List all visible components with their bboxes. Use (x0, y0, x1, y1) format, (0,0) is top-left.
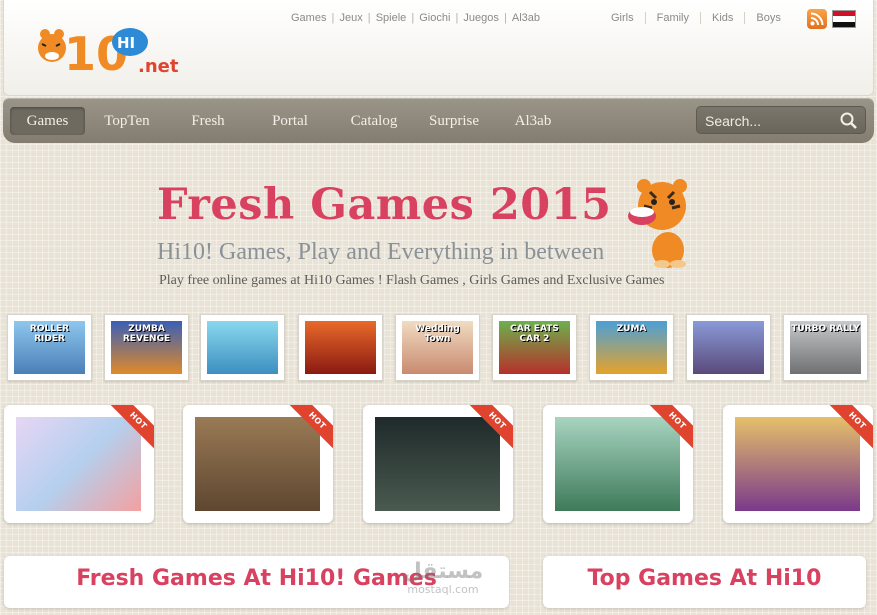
nav-portal[interactable]: Portal (255, 107, 325, 135)
lang-games[interactable]: Games (291, 12, 326, 24)
thumb-label: Wedding Town (415, 324, 460, 344)
hot-game-card[interactable]: HOT (723, 405, 873, 523)
nav-fresh[interactable]: Fresh (175, 107, 241, 135)
category-girls[interactable]: Girls (600, 12, 645, 24)
game-thumb-wedding-town[interactable]: Wedding Town (395, 314, 480, 381)
thumb-label: ROLLER RIDER (29, 324, 70, 344)
hot-game-card[interactable]: HOT (4, 405, 154, 523)
site-header: 10 HI .net Games | Jeux | Spiele | Gioch… (3, 0, 874, 96)
game-thumb-8[interactable] (686, 314, 771, 381)
category-boys[interactable]: Boys (744, 12, 791, 24)
game-thumb-zuma[interactable]: ZUMA (589, 314, 674, 381)
main-nav: Games TopTen Fresh Portal Catalog Surpri… (3, 98, 874, 143)
nav-catalog[interactable]: Catalog (336, 107, 412, 135)
thumb-label: CAR EATS CAR 2 (510, 324, 559, 344)
hot-game-image (555, 417, 680, 511)
nav-al3ab[interactable]: Al3ab (503, 107, 563, 135)
hot-game-image (375, 417, 500, 511)
tiger-mascot-image (628, 179, 687, 268)
hi10-logo[interactable]: 10 HI .net (34, 12, 184, 82)
thumb-label: ZUMA (616, 324, 647, 334)
search-icon[interactable] (839, 111, 859, 131)
category-kids[interactable]: Kids (700, 12, 744, 24)
game-thumb-zumba-revenge[interactable]: ZUMBA REVENGE (104, 314, 189, 381)
lang-jeux[interactable]: Jeux (339, 12, 362, 24)
hero-title: Fresh Games 2015 (157, 180, 612, 230)
nav-games[interactable]: Games (10, 107, 85, 135)
rss-icon[interactable] (807, 9, 827, 29)
lang-giochi[interactable]: Giochi (419, 12, 450, 24)
lang-spiele[interactable]: Spiele (376, 12, 407, 24)
search-box (696, 106, 866, 134)
fresh-games-panel: Fresh Games At Hi10! Games (4, 556, 509, 608)
hot-game-card[interactable]: HOT (183, 405, 333, 523)
game-thumb-roller-rider[interactable]: ROLLER RIDER (7, 314, 92, 381)
category-family[interactable]: Family (644, 12, 700, 24)
game-thumb-car-eats-car[interactable]: CAR EATS CAR 2 (492, 314, 577, 381)
fresh-games-heading: Fresh Games At Hi10! Games (76, 566, 437, 591)
category-links: Girls Family Kids Boys (600, 12, 792, 24)
hot-game-image (195, 417, 320, 511)
nav-topten[interactable]: TopTen (91, 107, 163, 135)
hot-game-card[interactable]: HOT (543, 405, 693, 523)
svg-text:.net: .net (138, 56, 179, 77)
hot-game-image (735, 417, 860, 511)
search-input[interactable] (705, 111, 835, 131)
hero-description: Play free online games at Hi10 Games ! F… (159, 273, 665, 288)
lang-juegos[interactable]: Juegos (463, 12, 498, 24)
hero-subtitle: Hi10! Games, Play and Everything in betw… (157, 239, 605, 265)
svg-text:HI: HI (117, 34, 135, 52)
top-games-heading: Top Games At Hi10 (587, 566, 822, 591)
hot-game-card[interactable]: HOT (363, 405, 513, 523)
top-games-panel: Top Games At Hi10 (543, 556, 866, 608)
thumb-label: TURBO RALLY (791, 324, 860, 334)
thumb-label: ZUMBA REVENGE (122, 324, 171, 344)
nav-surprise[interactable]: Surprise (417, 107, 491, 135)
hot-game-image (16, 417, 141, 511)
game-thumb-3[interactable] (200, 314, 285, 381)
game-thumb-turbo-rally[interactable]: TURBO RALLY (783, 314, 868, 381)
egypt-flag-icon[interactable] (832, 10, 856, 28)
language-links: Games | Jeux | Spiele | Giochi | Juegos … (291, 12, 541, 24)
game-thumb-4[interactable] (298, 314, 383, 381)
lang-al3ab[interactable]: Al3ab (512, 12, 540, 24)
